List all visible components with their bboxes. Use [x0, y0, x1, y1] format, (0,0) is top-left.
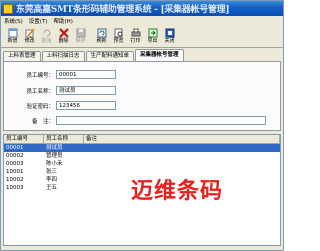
delete-icon: [58, 27, 69, 38]
employee-name-label: 员工名称：: [26, 88, 54, 95]
cell-employee-id: 10003: [6, 185, 24, 191]
preview-button[interactable]: 预览: [110, 26, 127, 48]
menu-help[interactable]: 帮助(H): [50, 17, 75, 25]
title-bar[interactable]: 东莞高嘉SMT条形码辅助管理系统 - [采集器帐号管理]: [1, 1, 283, 16]
cell-employee-name: 李四: [46, 177, 58, 183]
new-icon: [7, 27, 18, 38]
save-button[interactable]: 保存: [72, 26, 89, 48]
remark-label: 备 注：: [31, 118, 54, 125]
cell-employee-name: 陈小禾: [46, 161, 63, 167]
edit-button-label: 修改: [24, 38, 35, 44]
tab-material-table[interactable]: 上料表管理: [3, 51, 41, 61]
cell-employee-id: 10002: [6, 177, 24, 183]
cancel-button-label: 取消: [41, 38, 52, 44]
app-window: 东莞高嘉SMT条形码辅助管理系统 - [采集器帐号管理] 系统(S) 设置(T)…: [0, 0, 284, 251]
menu-settings[interactable]: 设置(T): [26, 17, 51, 25]
app-icon: [3, 3, 13, 14]
cancel-button[interactable]: 取消: [38, 26, 55, 48]
menu-system[interactable]: 系统(S): [1, 17, 26, 25]
edit-icon: [24, 27, 35, 38]
print-button-label: 打印: [130, 38, 141, 44]
close-button-label: 关闭: [164, 38, 175, 44]
export-button-label: 导出: [147, 38, 158, 44]
refresh-icon: [96, 27, 107, 38]
employee-id-label: 员工编号：: [26, 72, 54, 79]
password-field[interactable]: 123456: [56, 101, 116, 110]
employee-id-row: 员工编号： 00001: [4, 70, 116, 79]
account-form-panel: 员工编号： 00001 员工名称： 测试员 验证密码： 123456 备 注：: [3, 61, 281, 131]
cell-employee-name: 测试员: [46, 145, 63, 151]
remark-row: 备 注：: [4, 116, 266, 125]
cell-remark: [84, 152, 280, 160]
password-row: 验证密码： 123456: [4, 101, 116, 110]
menu-bar: 系统(S) 设置(T) 帮助(H): [1, 16, 283, 26]
table-row[interactable]: 00002 管理员: [4, 152, 280, 160]
close-icon: [164, 27, 175, 38]
cell-remark: [84, 160, 280, 168]
delete-button[interactable]: 删除: [55, 26, 72, 48]
table-row[interactable]: 00003 陈小禾: [4, 160, 280, 168]
new-button-label: 新增: [7, 38, 18, 44]
watermark-text: 迈维条码: [131, 179, 224, 204]
grid-header: 员工编号 员工名称 备注: [4, 135, 280, 144]
window-title: 东莞高嘉SMT条形码辅助管理系统 - [采集器帐号管理]: [16, 5, 230, 15]
cell-employee-name: 张三: [46, 169, 58, 175]
cell-employee-name: 管理员: [46, 153, 63, 159]
close-button[interactable]: 关闭: [161, 26, 178, 48]
cell-employee-id: 00003: [6, 161, 24, 167]
remark-field[interactable]: [56, 116, 266, 125]
column-header-remark[interactable]: 备注: [84, 135, 280, 143]
refresh-button[interactable]: 刷新: [93, 26, 110, 48]
column-header-employee-name[interactable]: 员工名称: [44, 135, 84, 143]
delete-button-label: 删除: [58, 38, 69, 44]
preview-icon: [113, 27, 124, 38]
export-icon: [147, 27, 158, 38]
save-button-label: 保存: [75, 38, 86, 44]
preview-button-label: 预览: [113, 38, 124, 44]
cancel-icon: [41, 27, 52, 38]
export-button[interactable]: 导出: [144, 26, 161, 48]
employee-name-row: 员工名称： 测试员: [4, 86, 116, 95]
tab-collector-accounts[interactable]: 采集器帐号管理: [135, 49, 184, 61]
new-button[interactable]: 新增: [4, 26, 21, 48]
table-row[interactable]: 00001 测试员: [4, 144, 280, 152]
employee-id-field[interactable]: 00001: [56, 70, 116, 79]
cell-employee-id: 00001: [6, 145, 24, 151]
cell-employee-id: 10001: [6, 169, 24, 175]
print-button[interactable]: 打印: [127, 26, 144, 48]
password-label: 验证密码：: [26, 103, 54, 110]
cell-employee-id: 00002: [6, 153, 24, 159]
tab-scan-log[interactable]: 上料扫描日志: [41, 51, 85, 61]
save-icon: [75, 27, 86, 38]
edit-button[interactable]: 修改: [21, 26, 38, 48]
tab-strip: 上料表管理 上料扫描日志 生产配料通知单 采集器帐号管理: [3, 49, 185, 61]
employee-name-field[interactable]: 测试员: [56, 86, 116, 95]
tab-production-notice[interactable]: 生产配料通知单: [85, 51, 135, 61]
column-header-employee-id[interactable]: 员工编号: [4, 135, 44, 143]
toolbar: 新增 修改 取消 删除 保存 刷新 预览 打印 导出 关闭: [1, 26, 283, 48]
cell-remark: [84, 144, 280, 152]
print-icon: [130, 27, 141, 38]
cell-employee-name: 王五: [46, 185, 58, 191]
refresh-button-label: 刷新: [96, 38, 107, 44]
